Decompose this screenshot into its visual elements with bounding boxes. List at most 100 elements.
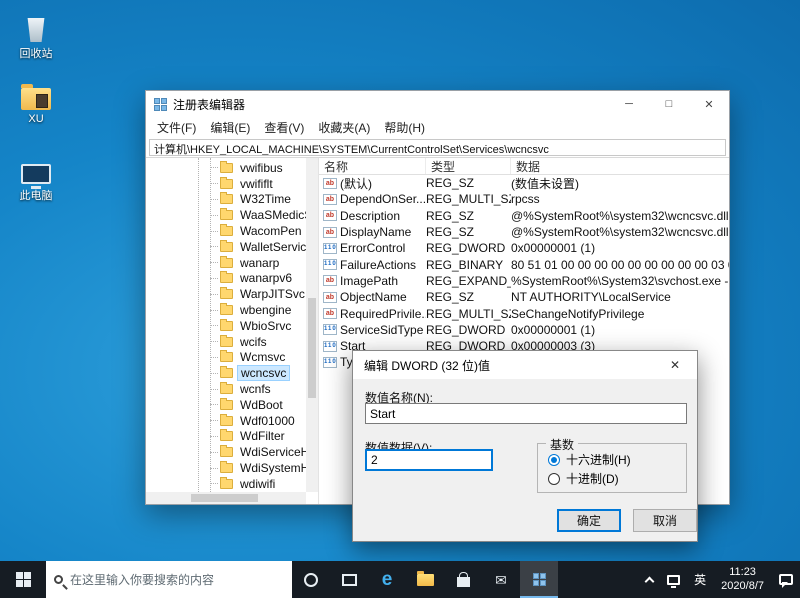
registry-value-row[interactable]: 110ServiceSidTypeREG_DWORD0x00000001 (1) xyxy=(319,322,729,338)
hex-radio-label: 十六进制(H) xyxy=(566,451,631,468)
menu-item[interactable]: 查看(V) xyxy=(257,119,311,136)
cancel-button[interactable]: 取消 xyxy=(633,509,697,532)
tree-item[interactable]: WdFilter xyxy=(146,429,306,445)
tree-item[interactable]: W32Time xyxy=(146,192,306,208)
folder-icon xyxy=(220,431,233,441)
value-name: FailureActions xyxy=(340,258,426,272)
address-bar-input[interactable]: 计算机\HKEY_LOCAL_MACHINE\SYSTEM\CurrentCon… xyxy=(149,139,726,156)
menu-item[interactable]: 文件(F) xyxy=(150,119,203,136)
dialog-title-bar[interactable]: 编辑 DWORD (32 位)值 ✕ xyxy=(353,351,697,379)
registry-value-row[interactable]: 110FailureActionsREG_BINARY80 51 01 00 0… xyxy=(319,256,729,272)
tree-item[interactable]: WdiSystemH xyxy=(146,460,306,476)
registry-value-row[interactable]: abRequiredPrivile...REG_MULTI_SZSeChange… xyxy=(319,305,729,321)
tree-item[interactable]: WaaSMedicS xyxy=(146,207,306,223)
action-center-button[interactable] xyxy=(772,561,800,598)
tree-connector xyxy=(210,215,218,216)
tree-item[interactable]: Wcmsvc xyxy=(146,350,306,366)
desktop-icon-recycle-bin[interactable]: 回收站 xyxy=(3,8,69,61)
tray-expand-button[interactable] xyxy=(639,561,660,598)
input-language-button[interactable]: 英 xyxy=(687,561,713,598)
tree-item-label: WaaSMedicS xyxy=(237,208,306,222)
tree-item-label: WbioSrvc xyxy=(237,319,294,333)
minimize-icon[interactable]: ─ xyxy=(609,91,649,117)
column-header-data[interactable]: 数据 xyxy=(511,158,729,174)
tree-connector xyxy=(210,341,218,342)
desktop-icon-label: 回收站 xyxy=(3,45,69,61)
tree-connector xyxy=(210,310,218,311)
dialog-close-icon[interactable]: ✕ xyxy=(653,351,697,379)
edge-button[interactable]: e xyxy=(368,561,406,598)
folder-icon xyxy=(220,226,233,236)
registry-value-row[interactable]: abDisplayNameREG_SZ@%SystemRoot%\system3… xyxy=(319,224,729,240)
close-icon[interactable]: ✕ xyxy=(689,91,729,117)
tree-connector xyxy=(210,404,218,405)
registry-tree-pane: vwifibusvwififltW32TimeWaaSMedicSWacomPe… xyxy=(146,158,319,504)
registry-value-row[interactable]: 110ErrorControlREG_DWORD0x00000001 (1) xyxy=(319,240,729,256)
tree-item-label: WdFilter xyxy=(237,429,288,443)
column-header-name[interactable]: 名称 xyxy=(319,158,426,174)
desktop-icon-user-folder[interactable]: XU xyxy=(3,76,69,125)
registry-value-row[interactable]: abObjectNameREG_SZNT AUTHORITY\LocalServ… xyxy=(319,289,729,305)
value-name: DependOnSer... xyxy=(340,192,426,206)
folder-icon xyxy=(220,447,233,457)
tree-vertical-scrollbar[interactable] xyxy=(306,158,318,492)
tree-horizontal-scrollbar[interactable] xyxy=(146,492,306,504)
tree-item[interactable]: Wdf01000 xyxy=(146,413,306,429)
value-name-input[interactable] xyxy=(365,403,687,424)
tree-item[interactable]: wcifs xyxy=(146,334,306,350)
tree-item[interactable]: vwifibus xyxy=(146,160,306,176)
tree-item[interactable]: wbengine xyxy=(146,302,306,318)
tree-item-label: WarpJITSvc xyxy=(237,287,306,301)
column-header-type[interactable]: 类型 xyxy=(426,158,511,174)
registry-value-row[interactable]: abImagePathREG_EXPAND_SZ%SystemRoot%\Sys… xyxy=(319,273,729,289)
decimal-radio[interactable] xyxy=(548,473,560,485)
tree-item[interactable]: WbioSrvc xyxy=(146,318,306,334)
registry-value-row[interactable]: abDependOnSer...REG_MULTI_SZrpcss xyxy=(319,191,729,207)
value-type: REG_SZ xyxy=(426,176,511,190)
tree-connector xyxy=(210,373,218,374)
value-data: 0x00000001 (1) xyxy=(511,241,729,255)
regedit-taskbar-button[interactable] xyxy=(520,561,558,598)
hex-radio[interactable] xyxy=(548,454,560,466)
reg-dword-icon: 110 xyxy=(323,324,337,335)
desktop-icon-this-pc[interactable]: 此电脑 xyxy=(3,150,69,203)
tree-item[interactable]: wcnfs xyxy=(146,381,306,397)
tree-item[interactable]: WalletService xyxy=(146,239,306,255)
task-view-button[interactable] xyxy=(330,561,368,598)
tree-item[interactable]: WdiServiceH xyxy=(146,444,306,460)
store-button[interactable] xyxy=(444,561,482,598)
clock[interactable]: 11:23 2020/8/7 xyxy=(713,561,772,598)
tree-item[interactable]: WacomPen xyxy=(146,223,306,239)
tree-item[interactable]: WarpJITSvc xyxy=(146,286,306,302)
ok-button[interactable]: 确定 xyxy=(557,509,621,532)
cortana-button[interactable] xyxy=(292,561,330,598)
tree-item[interactable]: vwififlt xyxy=(146,176,306,192)
notification-icon xyxy=(779,574,793,585)
tree-item[interactable]: wanarp xyxy=(146,255,306,271)
value-data-input[interactable] xyxy=(365,449,493,471)
registry-value-row[interactable]: ab(默认)REG_SZ(数值未设置) xyxy=(319,175,729,191)
start-button[interactable] xyxy=(0,561,46,598)
title-bar[interactable]: 注册表编辑器 ─ □ ✕ xyxy=(146,91,729,117)
tree-item-label: vwifibus xyxy=(237,161,286,175)
tree-item[interactable]: wanarpv6 xyxy=(146,271,306,287)
tree-item[interactable]: WdBoot xyxy=(146,397,306,413)
tree-item[interactable]: wcncsvc xyxy=(146,365,306,381)
taskbar-search-box[interactable] xyxy=(46,561,292,598)
tree-item[interactable]: wdiwifi xyxy=(146,476,306,492)
tree-connector xyxy=(210,262,218,263)
mail-button[interactable]: ✉ xyxy=(482,561,520,598)
menu-item[interactable]: 编辑(E) xyxy=(203,119,257,136)
menu-item[interactable]: 帮助(H) xyxy=(377,119,432,136)
tree-connector xyxy=(210,199,218,200)
tree-connector xyxy=(210,278,218,279)
search-input[interactable] xyxy=(70,573,284,587)
maximize-icon[interactable]: □ xyxy=(649,91,689,117)
registry-value-row[interactable]: abDescriptionREG_SZ@%SystemRoot%\system3… xyxy=(319,208,729,224)
network-tray-button[interactable] xyxy=(660,561,687,598)
clock-date: 2020/8/7 xyxy=(721,580,764,594)
regedit-icon xyxy=(533,573,546,586)
file-explorer-button[interactable] xyxy=(406,561,444,598)
menu-item[interactable]: 收藏夹(A) xyxy=(311,119,377,136)
list-header: 名称 类型 数据 xyxy=(319,158,729,175)
